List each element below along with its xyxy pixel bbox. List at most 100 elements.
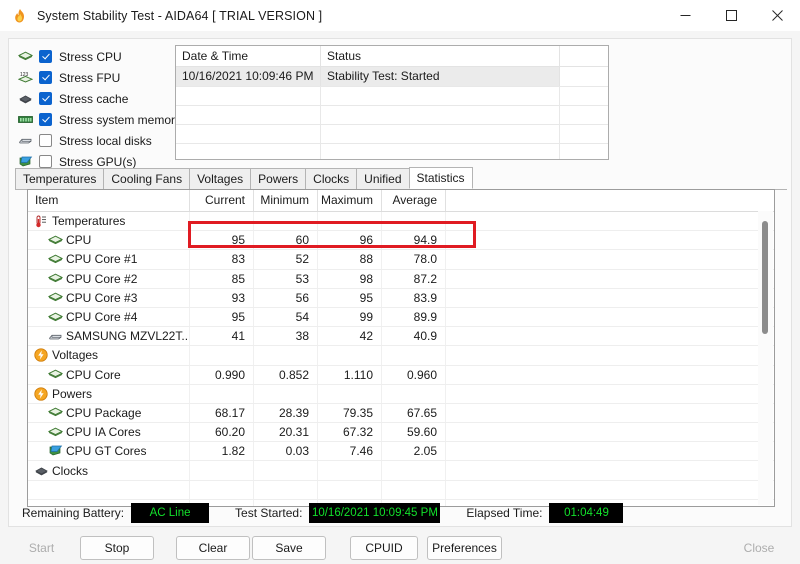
stat-cell-current xyxy=(190,384,254,403)
log-cell-empty xyxy=(321,124,560,143)
cpu-chip-icon xyxy=(47,406,63,420)
stat-cell-current xyxy=(190,212,254,231)
stat-cell-average xyxy=(382,212,446,231)
log-column-extra[interactable] xyxy=(560,46,608,66)
stat-cell-spacer xyxy=(446,404,646,422)
stat-cell-item: Voltages xyxy=(28,346,190,365)
log-row-empty xyxy=(176,143,608,159)
tab-cooling-fans[interactable]: Cooling Fans xyxy=(103,168,191,189)
statistics-row[interactable]: CPU Core #2 85 53 98 87.2 xyxy=(28,269,774,289)
tab-clocks[interactable]: Clocks xyxy=(305,168,358,189)
stat-cell-item: Powers xyxy=(28,384,190,403)
stat-column-current[interactable]: Current xyxy=(190,190,254,211)
stat-cell-minimum xyxy=(254,461,318,480)
save-button[interactable]: Save xyxy=(252,536,326,560)
close-icon[interactable] xyxy=(754,0,800,31)
stat-cell-item: Temperatures xyxy=(28,212,190,231)
stress-option-row[interactable]: 123 Stress FPU xyxy=(15,68,175,87)
stat-cell-minimum xyxy=(254,384,318,403)
stat-cell-current: 95 xyxy=(190,307,254,327)
statistics-table[interactable]: Item Current Minimum Maximum Average Tem… xyxy=(27,189,775,507)
stat-column-average[interactable]: Average xyxy=(382,190,446,211)
stat-cell-maximum: 99 xyxy=(318,307,382,327)
statistics-row[interactable]: Powers xyxy=(28,384,774,404)
stat-cell-item: Clocks xyxy=(28,461,190,480)
log-row-empty xyxy=(176,86,608,105)
statistics-row[interactable]: CPU Core #4 95 54 99 89.9 xyxy=(28,307,774,328)
stat-cell-average xyxy=(382,461,446,480)
stat-cell-average xyxy=(382,384,446,403)
flame-icon xyxy=(12,8,28,24)
stop-button[interactable]: Stop xyxy=(80,536,154,560)
statistics-row[interactable]: Temperatures xyxy=(28,212,774,232)
stress-option-checkbox[interactable] xyxy=(39,113,52,126)
statistics-row[interactable]: CPU Core 0.990 0.852 1.110 0.960 xyxy=(28,365,774,385)
stat-item-label: CPU IA Cores xyxy=(66,425,141,440)
stat-cell-item: CPU IA Cores xyxy=(28,423,190,442)
stat-cell-spacer xyxy=(446,231,646,249)
start-button[interactable]: Start xyxy=(10,536,73,560)
minimize-icon[interactable] xyxy=(662,0,708,31)
stat-cell-current: 0.990 xyxy=(190,365,254,384)
statistics-scrollbar[interactable] xyxy=(758,211,773,505)
stat-cell-spacer xyxy=(446,366,646,384)
preferences-button[interactable]: Preferences xyxy=(427,536,502,560)
stat-cell-average: 2.05 xyxy=(382,442,446,461)
log-column-status[interactable]: Status xyxy=(321,46,560,66)
statistics-row[interactable]: CPU GT Cores 1.82 0.03 7.46 2.05 xyxy=(28,442,774,462)
hard-disk-icon xyxy=(47,329,63,343)
stat-item-label: CPU Core #3 xyxy=(66,290,138,305)
stress-option-checkbox[interactable] xyxy=(39,50,52,63)
elapsed-time-value: 01:04:49 xyxy=(549,503,624,523)
statistics-row[interactable]: CPU Package 68.17 28.39 79.35 67.65 xyxy=(28,403,774,424)
clear-button[interactable]: Clear xyxy=(176,536,250,560)
stress-option-row[interactable]: Stress cache xyxy=(15,89,175,108)
stat-cell-item: CPU Core #4 xyxy=(28,307,190,327)
stat-cell-maximum: 96 xyxy=(318,231,382,250)
cpu-chip-icon xyxy=(47,291,63,305)
stat-cell-minimum: 28.39 xyxy=(254,403,318,423)
event-log-list[interactable]: Date & Time Status 10/16/2021 10:09:46 P… xyxy=(175,45,609,160)
stress-option-row[interactable]: Stress CPU xyxy=(15,47,175,66)
tab-powers[interactable]: Powers xyxy=(250,168,307,189)
stat-column-item[interactable]: Item xyxy=(28,190,190,211)
maximize-icon[interactable] xyxy=(708,0,754,31)
stat-column-minimum[interactable]: Minimum xyxy=(254,190,318,211)
stat-cell-average xyxy=(382,346,446,365)
stress-option-checkbox[interactable] xyxy=(39,92,52,105)
statistics-scrollbar-thumb[interactable] xyxy=(762,221,768,334)
stat-column-maximum[interactable]: Maximum xyxy=(318,190,382,211)
stat-cell-minimum: 38 xyxy=(254,327,318,346)
stat-cell-average: 0.960 xyxy=(382,365,446,384)
log-cell-empty xyxy=(560,86,608,105)
tab-statistics[interactable]: Statistics xyxy=(408,167,473,189)
stress-option-row[interactable]: Stress local disks xyxy=(15,131,175,150)
log-column-datetime[interactable]: Date & Time xyxy=(176,46,321,66)
statistics-row[interactable]: CPU 95 60 96 94.9 xyxy=(28,231,774,251)
stress-option-label: Stress FPU xyxy=(59,70,121,85)
cpu-chip-icon xyxy=(47,310,63,324)
stat-cell-current: 68.17 xyxy=(190,403,254,423)
statistics-row[interactable]: CPU Core #1 83 52 88 78.0 xyxy=(28,250,774,270)
statistics-row[interactable]: Voltages xyxy=(28,346,774,366)
stat-cell-minimum: 0.03 xyxy=(254,442,318,461)
statistics-row[interactable]: CPU IA Cores 60.20 20.31 67.32 59.60 xyxy=(28,423,774,443)
stat-cell-item: SAMSUNG MZVL22T... xyxy=(28,327,190,346)
stress-option-row[interactable]: Stress system memory xyxy=(15,110,181,129)
stress-option-checkbox[interactable] xyxy=(39,134,52,147)
stress-option-checkbox[interactable] xyxy=(39,71,52,84)
tab-voltages[interactable]: Voltages xyxy=(189,168,252,189)
tab-temperatures[interactable]: Temperatures xyxy=(15,168,105,189)
log-row[interactable]: 10/16/2021 10:09:46 PM Stability Test: St… xyxy=(176,67,608,86)
log-cell-empty xyxy=(321,143,560,159)
statistics-row[interactable]: CPU Core #3 93 56 95 83.9 xyxy=(28,288,774,308)
statistics-row[interactable]: SAMSUNG MZVL22T... 41 38 42 40.9 xyxy=(28,327,774,347)
stress-option-label: Stress CPU xyxy=(59,49,122,64)
cpuid-button[interactable]: CPUID xyxy=(350,536,418,560)
stat-cell-maximum: 95 xyxy=(318,288,382,307)
statistics-row[interactable]: Clocks xyxy=(28,461,774,481)
tab-unified[interactable]: Unified xyxy=(356,168,410,189)
stat-cell-maximum: 1.110 xyxy=(318,365,382,384)
stat-cell-maximum: 67.32 xyxy=(318,423,382,442)
close-button[interactable]: Close xyxy=(727,536,791,560)
